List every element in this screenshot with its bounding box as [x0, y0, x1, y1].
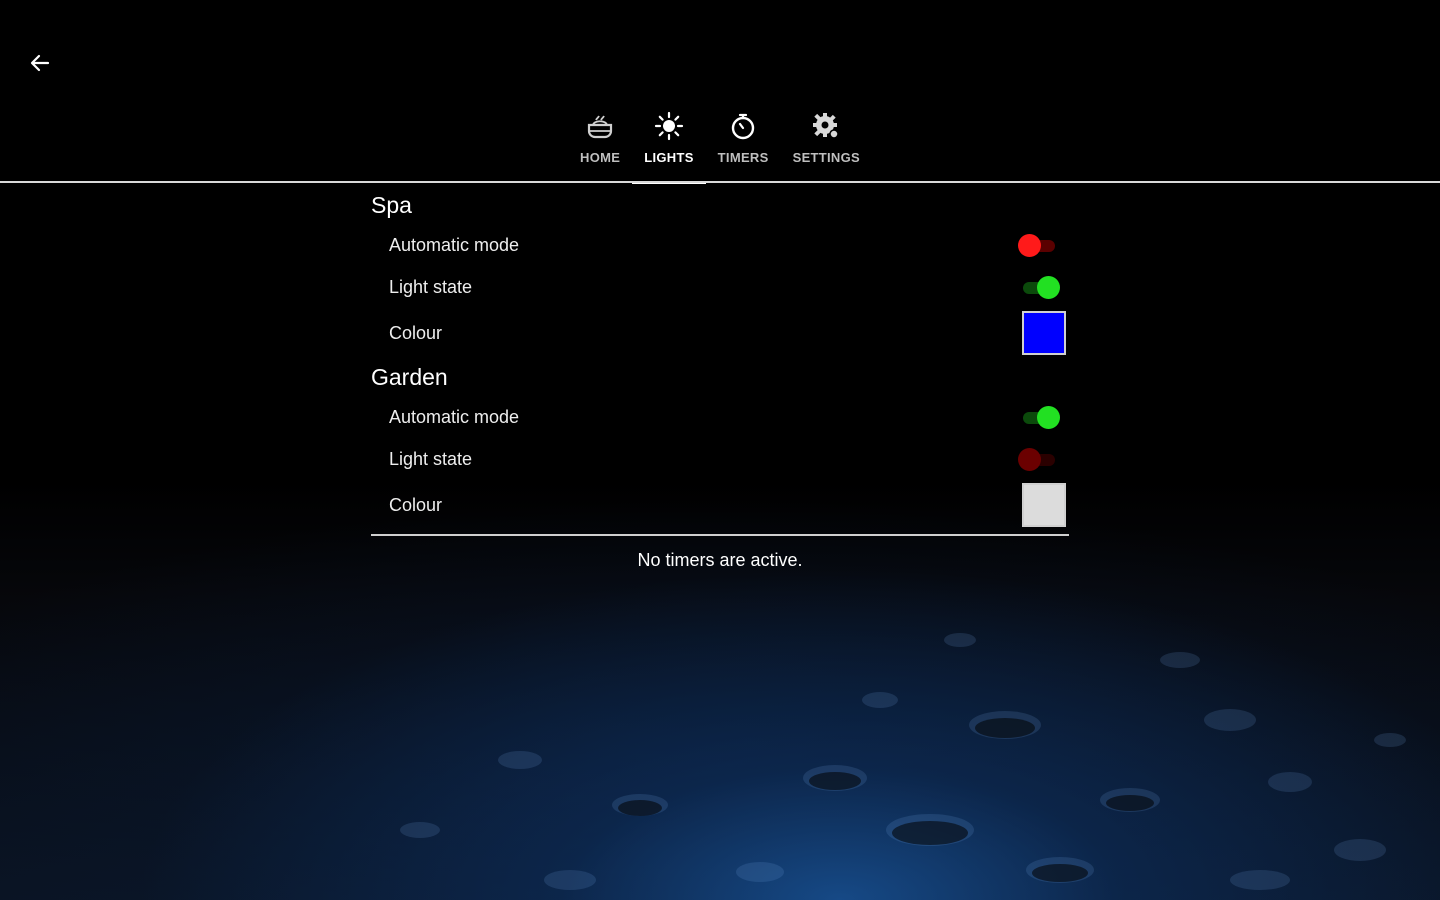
section-divider: [371, 534, 1069, 536]
back-button[interactable]: [22, 45, 58, 81]
tab-lights[interactable]: LIGHTS: [632, 100, 707, 184]
group-title: Spa: [371, 192, 412, 218]
light-state-toggle[interactable]: [1018, 275, 1060, 299]
colour-row: Colour: [371, 308, 1069, 358]
tab-label: LIGHTS: [644, 150, 694, 165]
lights-panel: Spa Automatic mode Light state Colour Ga…: [371, 186, 1069, 571]
arrow-left-icon: [30, 54, 50, 72]
colour-swatch[interactable]: [1022, 483, 1066, 527]
tab-home[interactable]: HOME: [568, 100, 632, 182]
tab-settings[interactable]: SETTINGS: [781, 100, 872, 182]
tab-bar: HOME LIGHTS TIMERS SETTINGS: [0, 100, 1440, 184]
automatic-mode-row: Automatic mode: [371, 396, 1069, 438]
toggle-thumb: [1037, 276, 1060, 299]
group-title: Garden: [371, 364, 448, 390]
light-state-toggle[interactable]: [1018, 447, 1060, 471]
hot-tub-icon: [584, 110, 616, 142]
light-state-row: Light state: [371, 266, 1069, 308]
tab-label: HOME: [580, 150, 621, 165]
light-state-label: Light state: [389, 276, 473, 297]
automatic-mode-label: Automatic mode: [389, 406, 520, 427]
toggle-thumb: [1037, 406, 1060, 429]
tab-bar-divider: [0, 181, 1440, 183]
no-timers-message: No timers are active.: [637, 550, 803, 570]
automatic-mode-toggle[interactable]: [1018, 233, 1060, 257]
light-group-spa: Spa Automatic mode Light state Colour: [371, 186, 1069, 358]
light-group-garden: Garden Automatic mode Light state Colour: [371, 358, 1069, 530]
stopwatch-icon: [727, 110, 759, 142]
colour-row: Colour: [371, 480, 1069, 530]
toggle-thumb: [1018, 234, 1041, 257]
light-state-row: Light state: [371, 438, 1069, 480]
automatic-mode-row: Automatic mode: [371, 224, 1069, 266]
tab-label: SETTINGS: [792, 150, 860, 165]
colour-label: Colour: [389, 322, 443, 343]
tab-label: TIMERS: [717, 150, 769, 165]
sun-icon: [653, 110, 685, 142]
gear-icon: [810, 110, 842, 142]
app-screen: HOME LIGHTS TIMERS SETTINGS Spa Automati…: [0, 0, 1440, 900]
colour-swatch[interactable]: [1022, 311, 1066, 355]
colour-label: Colour: [389, 494, 443, 515]
tab-timers[interactable]: TIMERS: [706, 100, 781, 182]
toggle-thumb: [1018, 448, 1041, 471]
light-state-label: Light state: [389, 448, 473, 469]
automatic-mode-label: Automatic mode: [389, 234, 520, 255]
automatic-mode-toggle[interactable]: [1018, 405, 1060, 429]
